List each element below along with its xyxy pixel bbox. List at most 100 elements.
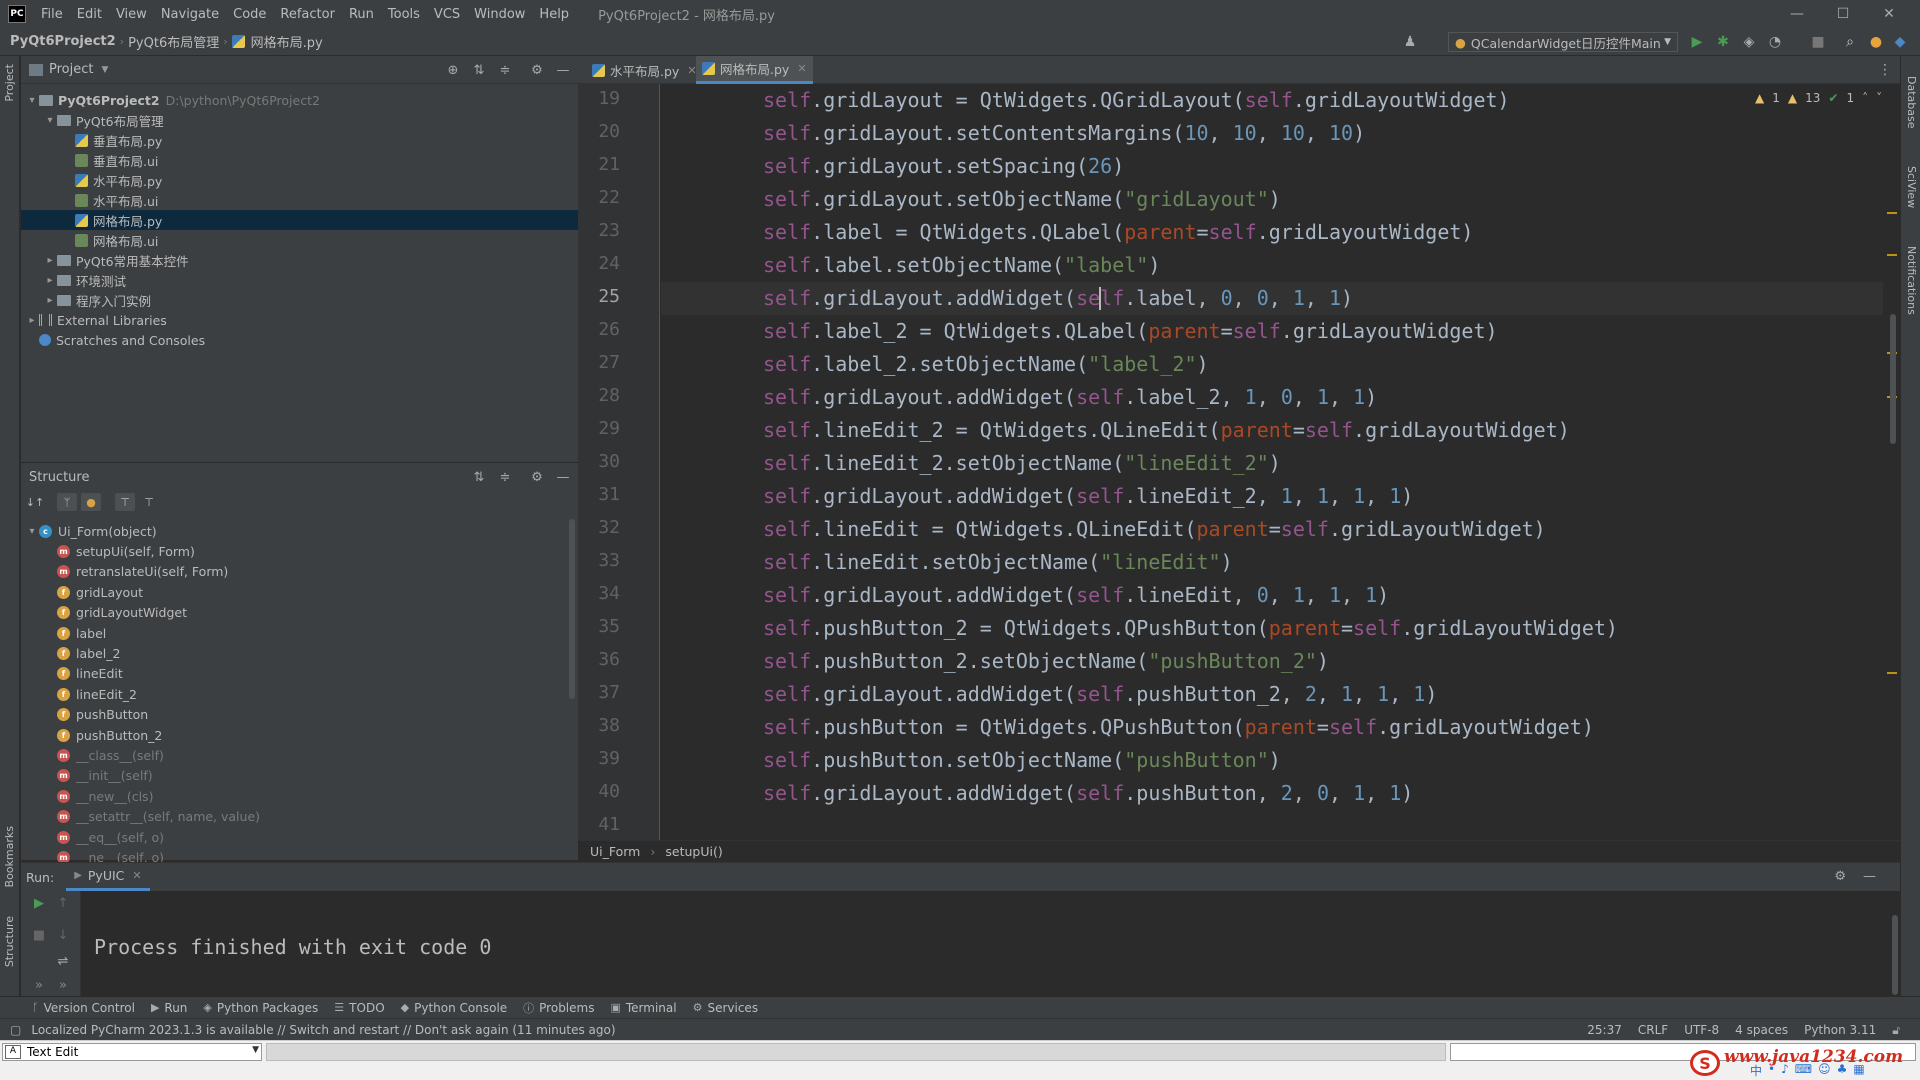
inspection-widget[interactable]: ▲ 1 ▲ 13 ✔ 1 ˄ ˅ bbox=[1755, 90, 1882, 106]
menu-refactor[interactable]: Refactor bbox=[273, 7, 342, 22]
line-number[interactable]: 25 bbox=[578, 286, 620, 307]
tool-tab-python-console[interactable]: ◆ Python Console bbox=[393, 1001, 516, 1015]
line-number[interactable]: 31 bbox=[578, 484, 620, 505]
project-tree-item[interactable]: ▸ 环境测试 bbox=[21, 270, 578, 290]
project-tree-item[interactable]: ▾ PyQt6Project2 D:\python\PyQt6Project2 bbox=[21, 90, 578, 110]
more-icon[interactable]: » bbox=[55, 977, 71, 993]
user-icon[interactable]: ☺ bbox=[1818, 1062, 1831, 1079]
close-window-icon[interactable]: ✕ bbox=[1866, 0, 1912, 28]
structure-item[interactable]: m __init__(self) bbox=[21, 766, 153, 786]
structure-item[interactable]: f label_2 bbox=[21, 643, 120, 663]
tool-tab-services[interactable]: ⚙ Services bbox=[685, 1001, 766, 1015]
project-tool-tab[interactable]: Project bbox=[3, 64, 16, 102]
hide-panel-icon[interactable]: — bbox=[1863, 869, 1876, 884]
structure-item[interactable]: f gridLayout bbox=[21, 582, 143, 602]
gear-icon[interactable]: ⚙ bbox=[529, 469, 545, 485]
line-number[interactable]: 34 bbox=[578, 583, 620, 604]
lock-icon[interactable]: 🔓︎ bbox=[1892, 1023, 1900, 1038]
update-icon[interactable]: ● bbox=[1866, 32, 1886, 52]
profile-icon[interactable]: ◔ bbox=[1765, 32, 1785, 52]
chevron-right-icon[interactable]: ▸ bbox=[25, 315, 39, 326]
status-message[interactable]: Localized PyCharm 2023.1.3 is available … bbox=[31, 1023, 615, 1037]
chevron-up-icon[interactable]: ˄ bbox=[1862, 91, 1868, 105]
indent-setting[interactable]: 4 spaces bbox=[1735, 1023, 1788, 1037]
show-fields-icon[interactable]: ● bbox=[81, 493, 101, 511]
chevron-right-icon[interactable]: ▸ bbox=[43, 255, 57, 266]
punctuation-icon[interactable]: • bbox=[1768, 1062, 1775, 1079]
project-panel-title[interactable]: Project bbox=[49, 62, 93, 77]
show-inherited-icon[interactable]: ⊤ bbox=[115, 493, 135, 511]
tool-tab-terminal[interactable]: ▣ Terminal bbox=[602, 1001, 684, 1015]
breadcrumb-class[interactable]: Ui_Form bbox=[590, 844, 640, 859]
run-icon[interactable]: ▶ bbox=[1687, 32, 1707, 52]
structure-item[interactable]: f pushButton bbox=[21, 705, 148, 725]
line-number[interactable]: 23 bbox=[578, 220, 620, 241]
structure-tool-tab[interactable]: Structure bbox=[3, 916, 16, 967]
structure-item[interactable]: f lineEdit_2 bbox=[21, 684, 137, 704]
menu-edit[interactable]: Edit bbox=[70, 7, 109, 22]
file-encoding[interactable]: UTF-8 bbox=[1684, 1023, 1719, 1037]
tool-tab-python-packages[interactable]: ◈ Python Packages bbox=[195, 1001, 326, 1015]
ime-mode-select[interactable]: A Text Edit ▼ bbox=[2, 1043, 262, 1061]
hide-panel-icon[interactable]: — bbox=[555, 469, 571, 485]
menu-window[interactable]: Window bbox=[467, 7, 532, 22]
chevron-right-icon[interactable]: ▸ bbox=[43, 275, 57, 286]
project-tree-item[interactable]: ▸ PyQt6常用基本控件 bbox=[21, 250, 578, 270]
project-tree-item[interactable]: 水平布局.ui bbox=[21, 190, 578, 210]
chevron-down-icon[interactable]: ▾ bbox=[25, 95, 39, 106]
more-tabs-icon[interactable]: ⋮ bbox=[1878, 62, 1892, 78]
menu-tools[interactable]: Tools bbox=[381, 7, 427, 22]
breadcrumb-method[interactable]: setupUi() bbox=[665, 844, 722, 859]
project-tree-item[interactable]: ▸ 程序入门实例 bbox=[21, 290, 578, 310]
line-number[interactable]: 20 bbox=[578, 121, 620, 142]
sciview-tool-tab[interactable]: SciView bbox=[1905, 166, 1918, 208]
stop-icon[interactable]: ■ bbox=[31, 927, 47, 943]
line-number[interactable]: 41 bbox=[578, 814, 620, 835]
project-tree-item[interactable]: ▾ PyQt6布局管理 bbox=[21, 110, 578, 130]
chevron-down-icon[interactable]: ▾ bbox=[43, 115, 57, 126]
debug-icon[interactable]: ✱ bbox=[1713, 32, 1733, 52]
project-tree-item[interactable]: 水平布局.py bbox=[21, 170, 578, 190]
maximize-icon[interactable]: ☐ bbox=[1820, 0, 1866, 28]
collapse-all-icon[interactable]: ≑ bbox=[497, 469, 513, 485]
bookmarks-tool-tab[interactable]: Bookmarks bbox=[3, 826, 16, 887]
breadcrumb-folder[interactable]: PyQt6布局管理 bbox=[124, 32, 223, 51]
line-number[interactable]: 38 bbox=[578, 715, 620, 736]
python-interpreter[interactable]: Python 3.11 bbox=[1804, 1023, 1876, 1037]
run-scrollbar[interactable] bbox=[1892, 915, 1898, 995]
structure-item[interactable]: m __eq__(self, o) bbox=[21, 827, 164, 847]
structure-item[interactable]: f lineEdit bbox=[21, 664, 123, 684]
notifications-tool-tab[interactable]: Notifications bbox=[1905, 246, 1918, 315]
structure-item[interactable]: f label bbox=[21, 623, 106, 643]
structure-item[interactable]: f gridLayoutWidget bbox=[21, 603, 187, 623]
menu-view[interactable]: View bbox=[109, 7, 154, 22]
project-tree-item[interactable]: Scratches and Consoles bbox=[21, 330, 578, 350]
close-tab-icon[interactable]: ✕ bbox=[132, 869, 141, 882]
tool-tab-problems[interactable]: ⓘ Problems bbox=[515, 1000, 602, 1016]
code-editor[interactable]: self.gridLayout = QtWidgets.QGridLayout(… bbox=[661, 84, 1883, 840]
mic-icon[interactable]: ♪ bbox=[1781, 1062, 1789, 1079]
line-number[interactable]: 24 bbox=[578, 253, 620, 274]
jetbrains-icon[interactable]: ◆ bbox=[1890, 32, 1910, 52]
tool-tab-todo[interactable]: ☰ TODO bbox=[326, 1001, 392, 1015]
status-toggle-icon[interactable]: ▢ bbox=[10, 1023, 21, 1037]
project-tree-item[interactable]: 垂直布局.py bbox=[21, 130, 578, 150]
structure-item[interactable]: ▾ c Ui_Form(object) bbox=[21, 521, 156, 541]
locate-icon[interactable]: ⊕ bbox=[445, 62, 461, 78]
ime-chinese-icon[interactable]: 中 bbox=[1750, 1062, 1762, 1079]
line-number[interactable]: 27 bbox=[578, 352, 620, 373]
tab-horizontal-layout[interactable]: 水平布局.py ✕ bbox=[586, 56, 703, 84]
scroll-down-icon[interactable]: ↓ bbox=[55, 927, 71, 943]
show-properties-icon[interactable]: ᛘ bbox=[57, 493, 77, 511]
project-tree-item[interactable]: 网格布局.py bbox=[21, 210, 578, 230]
minimize-icon[interactable]: — bbox=[1774, 0, 1820, 28]
line-number[interactable]: 19 bbox=[578, 88, 620, 109]
project-tree-item[interactable]: 网格布局.ui bbox=[21, 230, 578, 250]
menu-help[interactable]: Help bbox=[532, 7, 576, 22]
line-number[interactable]: 28 bbox=[578, 385, 620, 406]
structure-item[interactable]: f pushButton_2 bbox=[21, 725, 162, 745]
editor-scrollbar[interactable] bbox=[1883, 84, 1900, 840]
tool-tab-run[interactable]: ▶ Run bbox=[143, 1001, 195, 1015]
menu-run[interactable]: Run bbox=[342, 7, 381, 22]
search-icon[interactable]: ⌕ bbox=[1840, 32, 1860, 52]
